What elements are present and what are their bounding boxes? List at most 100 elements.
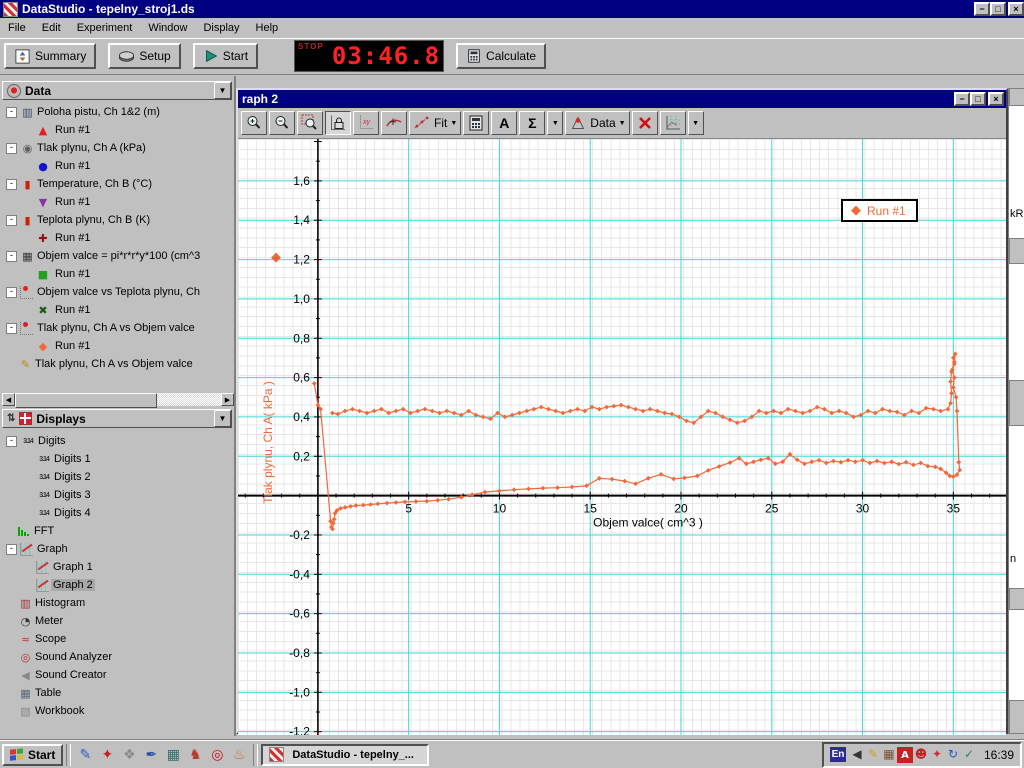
menu-help[interactable]: Help [248, 20, 287, 36]
start-menu-button[interactable]: Start [2, 744, 63, 766]
tray-volume-icon[interactable]: ◀ [849, 746, 865, 762]
collapse-icon[interactable]: - [6, 215, 17, 226]
tray-sync-icon[interactable]: ↻ [945, 746, 961, 762]
quicklaunch-notes-icon[interactable]: ✎ [75, 745, 95, 765]
run-item[interactable]: ◆Run #1 [2, 337, 234, 355]
delete-button[interactable] [632, 111, 658, 135]
collapse-icon[interactable]: - [6, 287, 17, 298]
display-item[interactable]: -3.14Digits [2, 432, 234, 450]
graph-close-button[interactable]: × [988, 92, 1004, 106]
text-annotation-button[interactable]: A [491, 111, 517, 135]
display-item[interactable]: ▦Table [2, 684, 234, 702]
quicklaunch-dragon-icon[interactable]: ♞ [185, 745, 205, 765]
tray-pen-icon[interactable]: ✓ [961, 746, 977, 762]
menu-file[interactable]: File [0, 20, 34, 36]
zoom-out-button[interactable] [269, 111, 295, 135]
tray-brush-icon[interactable]: ✎ [865, 746, 881, 762]
data-source-item[interactable]: -▦Objem valce = pi*r*r*y*100 (cm^3 [2, 247, 234, 265]
graph-settings-button-dropdown[interactable]: ▼ [688, 111, 704, 135]
statistics-sigma-button-dropdown[interactable]: ▼ [547, 111, 563, 135]
zoom-in-button[interactable] [241, 111, 267, 135]
scale-to-fit-button[interactable] [325, 111, 351, 135]
close-button[interactable]: × [1008, 2, 1024, 16]
collapse-icon[interactable]: - [6, 323, 17, 334]
data-panel-header[interactable]: Data ▼ [2, 81, 232, 100]
legend[interactable]: ◆ Run #1 [841, 199, 918, 222]
quicklaunch-flame-icon[interactable]: ♨ [229, 745, 249, 765]
graph-plot-area[interactable]: 1,61,41,21,00,80,60,40,2-0,2-0,4-0,6-0,8… [238, 139, 1006, 735]
display-subitem[interactable]: 3.14Digits 2 [2, 468, 234, 486]
data-source-item[interactable]: -▥Poloha pistu, Ch 1&2 (m) [2, 103, 234, 121]
display-item[interactable]: ◀Sound Creator [2, 666, 234, 684]
display-item[interactable]: -Graph [2, 540, 234, 558]
splitter-icon[interactable]: ⇅ [7, 413, 15, 424]
scroll-left-icon[interactable]: ◀ [2, 393, 15, 406]
display-item[interactable]: ≈Scope [2, 630, 234, 648]
run-item[interactable]: ✚Run #1 [2, 229, 234, 247]
collapse-icon[interactable]: - [6, 143, 17, 154]
data-source-item[interactable]: ✎Tlak plynu, Ch A vs Objem valce [2, 355, 234, 373]
quicklaunch-tool-icon[interactable]: ❖ [119, 745, 139, 765]
setup-button[interactable]: Setup [108, 43, 180, 69]
menu-edit[interactable]: Edit [34, 20, 69, 36]
menu-display[interactable]: Display [195, 20, 247, 36]
graph-window-titlebar[interactable]: raph 2 − □ × [238, 90, 1006, 108]
data-source-item[interactable]: -◉Tlak plynu, Ch A (kPa) [2, 139, 234, 157]
run-item[interactable]: ●Run #1 [2, 157, 234, 175]
quicklaunch-opera-icon[interactable]: ◎ [207, 745, 227, 765]
display-subitem[interactable]: Graph 1 [2, 558, 234, 576]
chart[interactable]: 1,61,41,21,00,80,60,40,2-0,2-0,4-0,6-0,8… [238, 139, 1006, 735]
calculate-button[interactable]: Calculate [456, 43, 546, 69]
display-item[interactable]: ◔Meter [2, 612, 234, 630]
display-item[interactable]: ▧Workbook [2, 702, 234, 720]
scrollbar-thumb[interactable] [15, 393, 157, 408]
display-subitem[interactable]: Graph 2 [2, 576, 234, 594]
data-tree-hscrollbar[interactable]: ◀ ▶ [2, 393, 234, 406]
display-item[interactable]: ▥Histogram [2, 594, 234, 612]
calculate-button[interactable] [463, 111, 489, 135]
collapse-icon[interactable]: - [6, 436, 17, 447]
tray-agent-icon[interactable]: ☻ [913, 746, 929, 762]
keyboard-layout-indicator[interactable]: En [830, 747, 846, 762]
display-item[interactable]: ◎Sound Analyzer [2, 648, 234, 666]
statistics-sigma-button[interactable]: Σ [519, 111, 545, 135]
data-source-item[interactable]: -▮Teplota plynu, Ch B (K) [2, 211, 234, 229]
tray-scheduler-icon[interactable]: ▦ [881, 746, 897, 762]
summary-button[interactable]: Summary [4, 43, 96, 69]
scroll-right-icon[interactable]: ▶ [221, 393, 234, 406]
collapse-icon[interactable]: - [6, 544, 17, 555]
displays-panel-dropdown-button[interactable]: ▼ [214, 410, 231, 427]
menu-window[interactable]: Window [140, 20, 195, 36]
data-panel-dropdown-button[interactable]: ▼ [214, 82, 231, 99]
run-item[interactable]: ✖Run #1 [2, 301, 234, 319]
fit-menu-button[interactable]: Fit▼ [409, 111, 461, 135]
maximize-button[interactable]: □ [990, 2, 1006, 16]
collapse-icon[interactable]: - [6, 179, 17, 190]
smart-tool-button[interactable] [381, 111, 407, 135]
run-item[interactable]: ■Run #1 [2, 265, 234, 283]
menu-experiment[interactable]: Experiment [69, 20, 141, 36]
display-subitem[interactable]: 3.14Digits 3 [2, 486, 234, 504]
tray-lightning-icon[interactable]: ✦ [929, 746, 945, 762]
display-item[interactable]: FFT [2, 522, 234, 540]
task-button-datastudio[interactable]: DataStudio - tepelny_... [261, 744, 429, 766]
zoom-select-button[interactable] [297, 111, 323, 135]
run-item[interactable]: ▲Run #1 [2, 121, 234, 139]
graph-settings-button[interactable] [660, 111, 686, 135]
quicklaunch-acrobat-icon[interactable]: ✦ [97, 745, 117, 765]
run-item[interactable]: ▼Run #1 [2, 193, 234, 211]
tray-ati-icon[interactable]: A [897, 747, 913, 763]
data-menu-button[interactable]: Data▼ [565, 111, 629, 135]
data-source-item[interactable]: -Objem valce vs Teplota plynu, Ch [2, 283, 234, 301]
data-source-item[interactable]: -▮Temperature, Ch B (°C) [2, 175, 234, 193]
start-button[interactable]: Start [193, 43, 258, 69]
graph-maximize-button[interactable]: □ [970, 92, 986, 106]
collapse-icon[interactable]: - [6, 107, 17, 118]
display-subitem[interactable]: 3.14Digits 1 [2, 450, 234, 468]
data-source-item[interactable]: -Tlak plynu, Ch A vs Objem valce [2, 319, 234, 337]
data-align-button[interactable]: xy [353, 111, 379, 135]
minimize-button[interactable]: − [974, 2, 990, 16]
quicklaunch-pen-icon[interactable]: ✒ [141, 745, 161, 765]
quicklaunch-calculator-icon[interactable]: ▦ [163, 745, 183, 765]
collapse-icon[interactable]: - [6, 251, 17, 262]
